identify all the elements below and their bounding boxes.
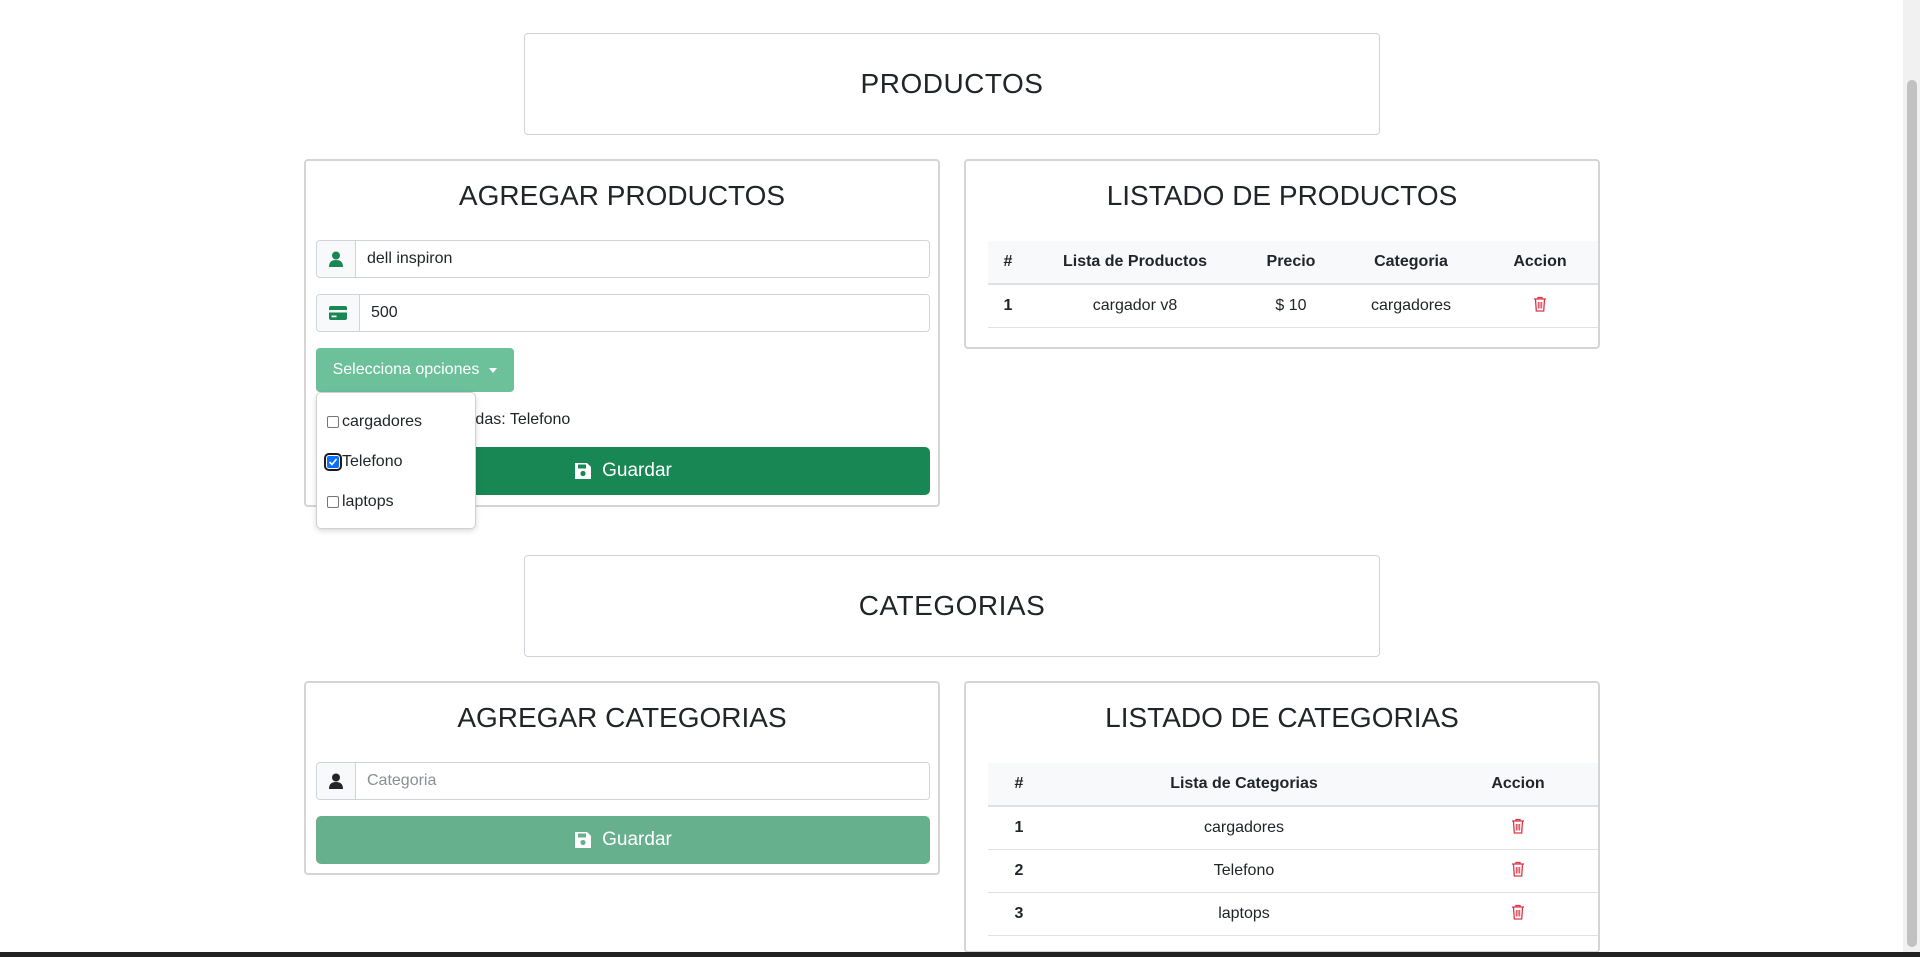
checkbox-cargadores[interactable] [327,416,339,428]
row-index: 2 [988,849,1050,893]
row-category-name: laptops [1050,892,1438,936]
dropdown-option-cargadores[interactable]: cargadores [327,413,422,431]
row-index: 1 [988,806,1050,850]
category-dropdown-button[interactable]: Selecciona opciones [316,348,514,392]
product-price-field [316,294,930,332]
row-category-name: Telefono [1050,849,1438,893]
agregar-productos-title: AGREGAR PRODUCTOS [458,180,786,211]
credit-card-icon [317,295,360,331]
categorias-section-title: CATEGORIAS [858,590,1046,621]
categorias-header-box: CATEGORIAS [524,555,1380,657]
option-label: Telefono [342,453,403,470]
categories-table: # Lista de Categorias Accion 1 cargadore… [988,763,1598,936]
product-name-input[interactable] [356,241,929,277]
col-header-index: # [988,241,1028,285]
user-icon [317,241,356,277]
col-header-products: Lista de Productos [1028,241,1242,285]
row-action [1438,806,1598,850]
col-header-category: Categoria [1340,241,1482,285]
row-price: $ 10 [1242,284,1340,328]
dropdown-option-laptops[interactable]: laptops [327,493,394,511]
table-row: 1 cargadores [988,806,1598,850]
save-product-label: Guardar [602,460,672,481]
floppy-disk-icon [575,832,592,848]
option-label: cargadores [342,413,423,430]
scrollbar-thumb[interactable] [1907,80,1917,947]
bottom-edge-bar [0,952,1920,957]
col-header-action: Accion [1438,763,1598,807]
floppy-disk-icon [575,463,592,479]
table-header-row: # Lista de Productos Precio Categoria Ac… [988,241,1598,285]
checkbox-laptops[interactable] [327,496,339,508]
listado-categorias-panel: LISTADO DE CATEGORIAS # Lista de Categor… [964,681,1600,953]
row-index: 3 [988,892,1050,936]
trash-icon[interactable] [1511,818,1525,834]
row-product-name: cargador v8 [1028,284,1242,328]
listado-productos-panel: LISTADO DE PRODUCTOS # Lista de Producto… [964,159,1600,349]
table-row: 2 Telefono [988,849,1598,893]
dropdown-label: Selecciona opciones [332,361,480,378]
row-index: 1 [988,284,1028,328]
trash-icon[interactable] [1511,904,1525,920]
row-action [1438,892,1598,936]
trash-icon[interactable] [1511,861,1525,877]
listado-productos-title: LISTADO DE PRODUCTOS [1106,180,1458,211]
products-table: # Lista de Productos Precio Categoria Ac… [988,241,1598,328]
row-category: cargadores [1340,284,1482,328]
agregar-categorias-title: AGREGAR CATEGORIAS [457,702,787,733]
product-name-field [316,240,930,278]
row-category-name: cargadores [1050,806,1438,850]
table-row: 3 laptops [988,892,1598,936]
col-header-categories: Lista de Categorias [1050,763,1438,807]
agregar-categorias-panel: AGREGAR CATEGORIAS Guardar [304,681,940,875]
table-header-row: # Lista de Categorias Accion [988,763,1598,807]
dropdown-option-telefono[interactable]: Telefono [324,453,403,471]
col-header-index: # [988,763,1050,807]
save-category-label: Guardar [602,829,672,850]
table-row: 1 cargador v8 $ 10 cargadores [988,284,1598,328]
caret-down-icon [489,367,498,373]
productos-section-title: PRODUCTOS [860,68,1044,99]
user-icon [317,763,356,799]
col-header-price: Precio [1242,241,1340,285]
option-label: laptops [342,493,394,510]
checkbox-telefono[interactable] [324,453,342,471]
category-name-field [316,762,930,800]
listado-categorias-title: LISTADO DE CATEGORIAS [1105,702,1459,733]
trash-icon[interactable] [1533,296,1547,312]
category-dropdown-menu: cargadores Telefono laptops [316,392,476,529]
productos-header-box: PRODUCTOS [524,33,1380,135]
save-category-button[interactable]: Guardar [316,816,930,864]
product-price-input[interactable] [360,295,929,331]
vertical-scrollbar[interactable] [1903,0,1920,957]
col-header-action: Accion [1482,241,1598,285]
category-name-input[interactable] [356,763,929,799]
row-action [1482,284,1598,328]
row-action [1438,849,1598,893]
checkmark-icon [328,458,338,466]
